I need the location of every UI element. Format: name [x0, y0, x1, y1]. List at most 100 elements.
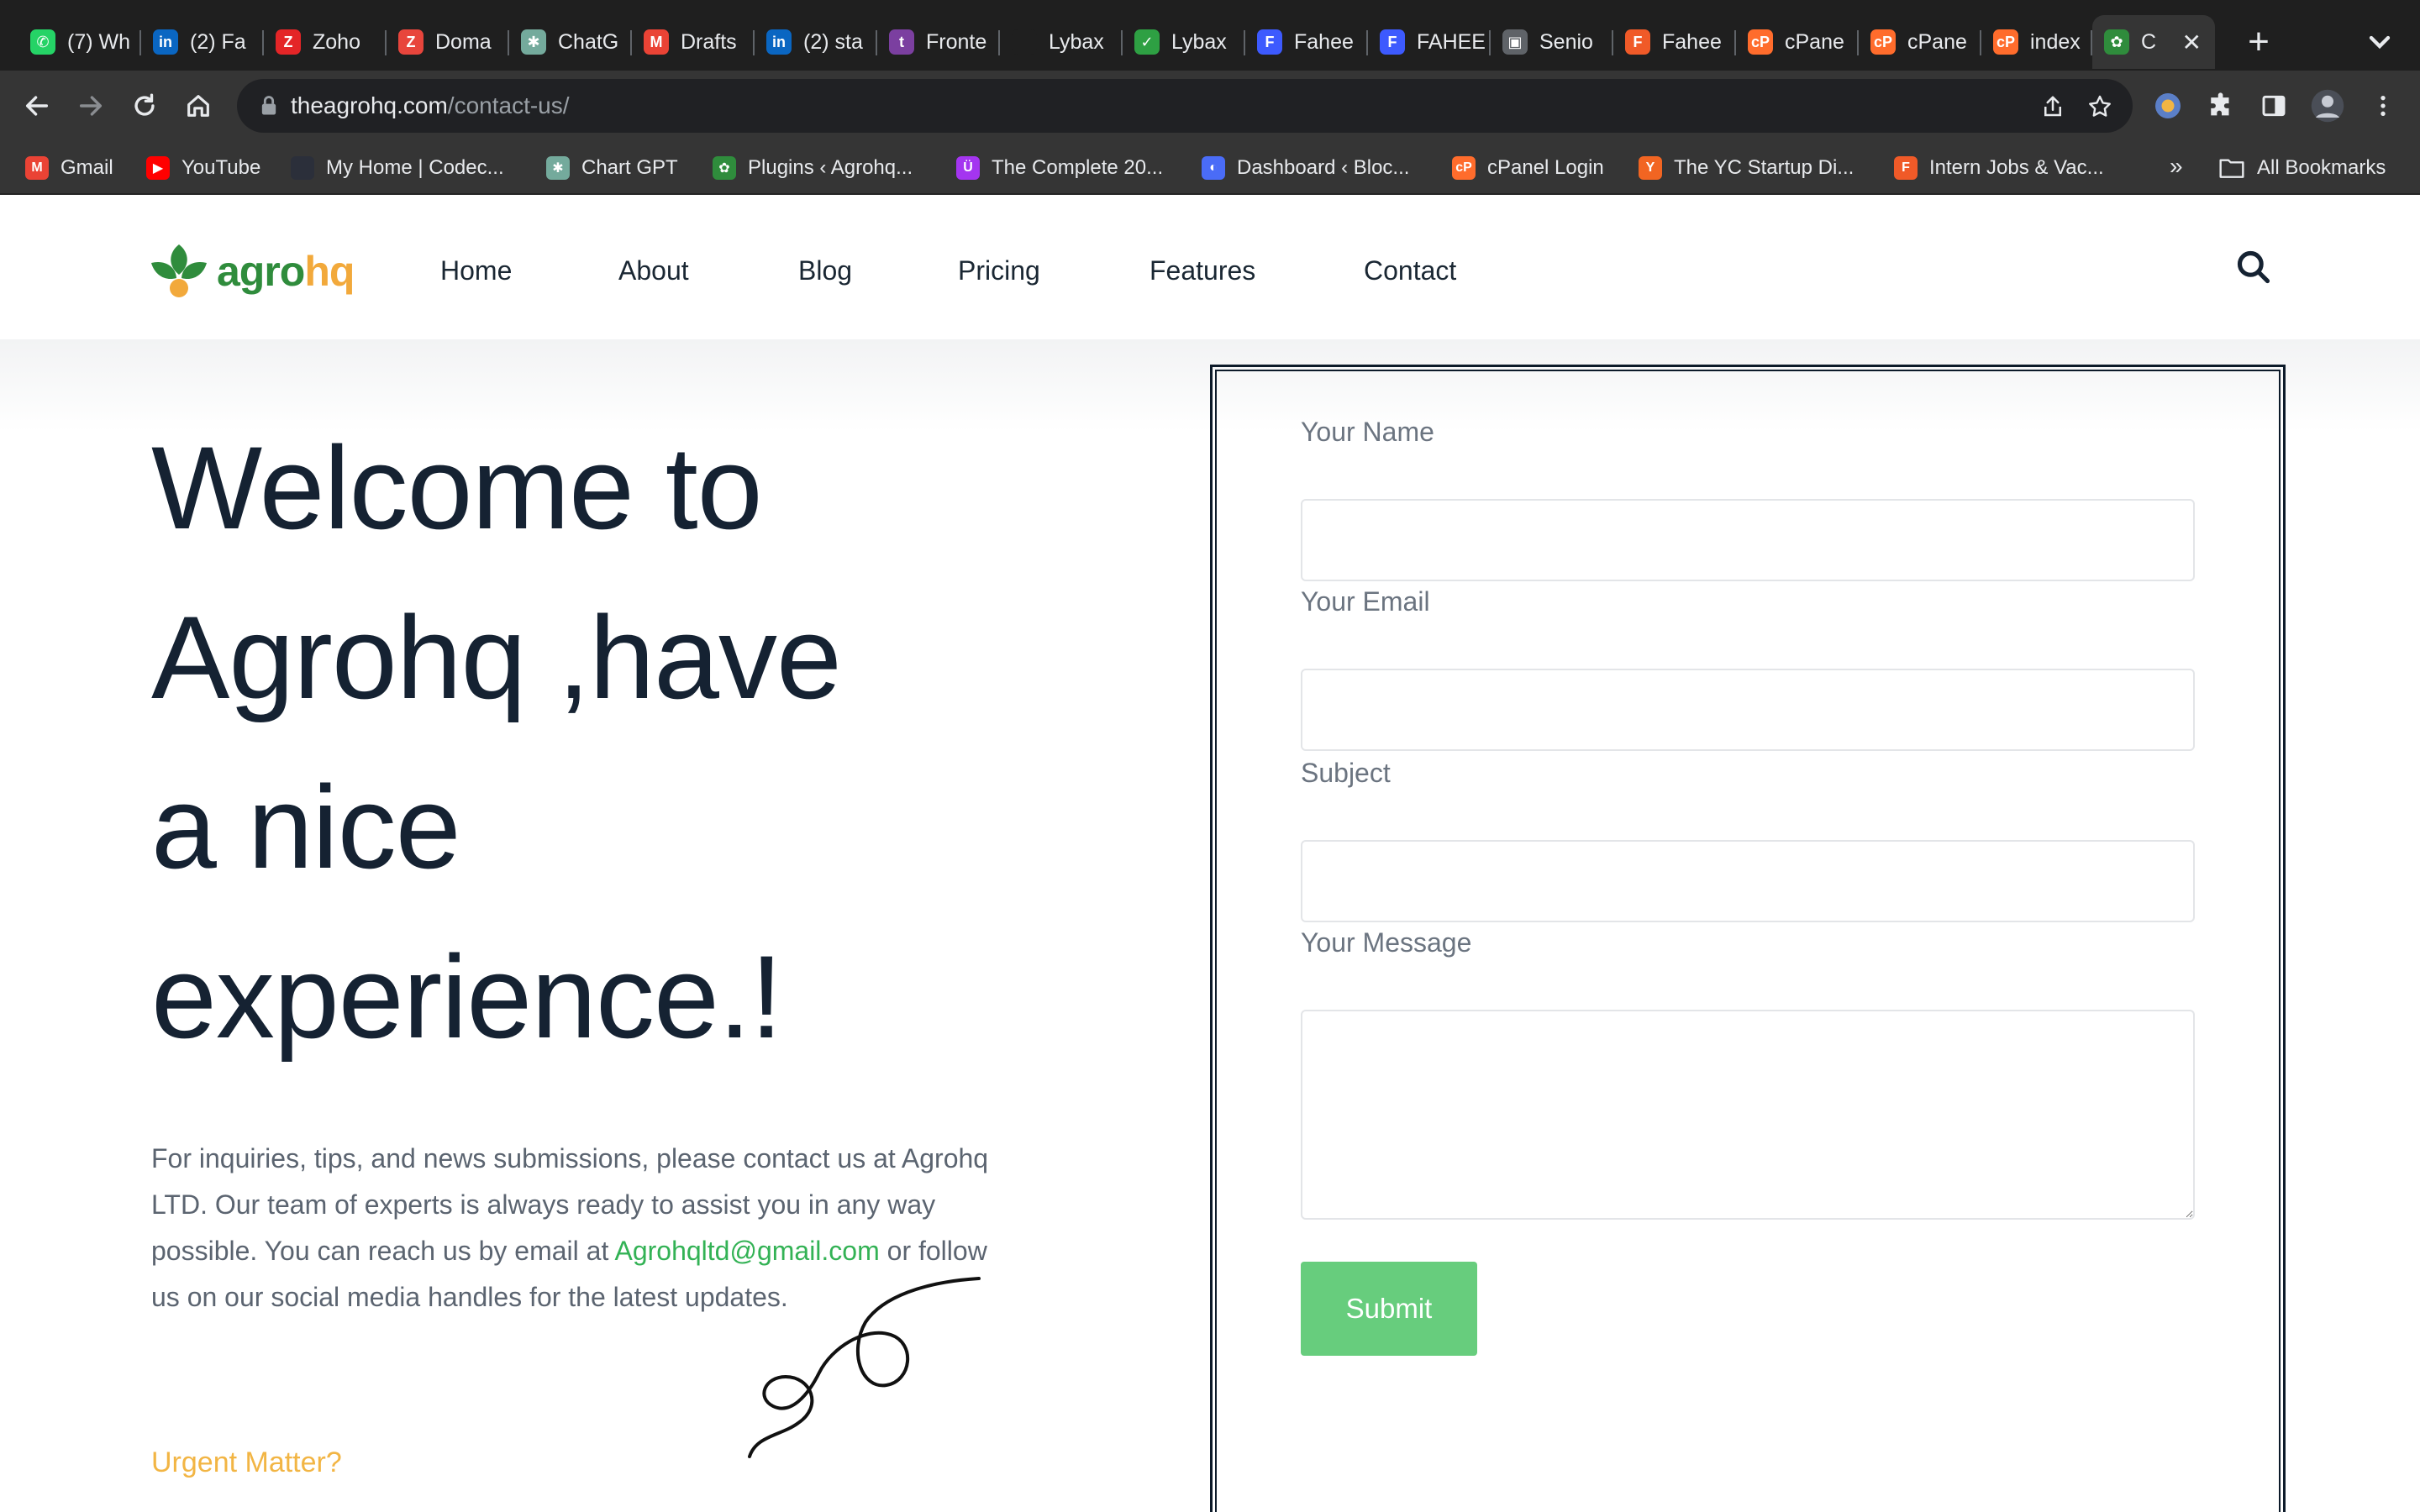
nav-contact[interactable]: Contact: [1364, 255, 1456, 286]
logo-text-agro: agro: [217, 248, 305, 295]
browser-tab[interactable]: cP cPane: [1859, 15, 1981, 69]
submit-button[interactable]: Submit: [1301, 1262, 1477, 1356]
browser-tab[interactable]: F Fahee: [1613, 15, 1736, 69]
forward-button[interactable]: [71, 86, 111, 126]
browser-tab[interactable]: in (2) Fa: [141, 15, 264, 69]
nav-features[interactable]: Features: [1150, 255, 1255, 286]
tab-title: cPane: [1785, 29, 1844, 54]
web-page: agrohq Home About Blog Pricing Features …: [0, 197, 2420, 1512]
message-textarea[interactable]: [1301, 1010, 2195, 1220]
nav-blog[interactable]: Blog: [798, 255, 852, 286]
hero-heading: Welcome to Agrohq ,have a nice experienc…: [151, 403, 1160, 1082]
browser-tab[interactable]: in (2) sta: [755, 15, 877, 69]
nav-pricing[interactable]: Pricing: [958, 255, 1040, 286]
check-circle-icon: ✓: [1134, 29, 1160, 55]
domain-icon: Z: [398, 29, 424, 55]
profile-button[interactable]: [2307, 86, 2348, 126]
tab-title: Doma: [435, 29, 492, 54]
bookmark-item[interactable]: ◐ Dashboard ‹ Bloc...: [1202, 151, 1409, 185]
fahee-icon: F: [1380, 29, 1405, 55]
url-text[interactable]: theagrohq.com/contact-us/: [291, 92, 570, 119]
tab-title: (2) Fa: [190, 29, 246, 54]
back-button[interactable]: [17, 86, 57, 126]
bookmark-item[interactable]: ✱ Chart GPT: [546, 151, 678, 185]
subject-field[interactable]: [1301, 840, 2195, 922]
subject-label: Subject: [1301, 758, 1391, 788]
browser-tab[interactable]: cP index: [1981, 15, 2092, 69]
search-icon[interactable]: [2235, 249, 2272, 286]
browser-tab[interactable]: Lybax: [1000, 15, 1123, 69]
nav-home[interactable]: Home: [440, 255, 512, 286]
bookmark-label: YouTube: [182, 156, 261, 179]
fronted-icon: t: [889, 29, 914, 55]
home-button[interactable]: [178, 86, 218, 126]
email-field[interactable]: [1301, 669, 2195, 751]
senior-icon: ▣: [1502, 29, 1528, 55]
bookmark-item[interactable]: ▶ YouTube: [146, 151, 260, 185]
cpanel-icon: cP: [1748, 29, 1773, 55]
browser-tab[interactable]: cP cPane: [1736, 15, 1859, 69]
browser-tab[interactable]: ▣ Senio: [1491, 15, 1613, 69]
share-icon: [2044, 96, 2061, 117]
back-arrow-icon: [25, 96, 49, 116]
address-bar[interactable]: theagrohq.com/contact-us/: [237, 79, 2133, 133]
name-field[interactable]: [1301, 499, 2195, 581]
fbs-icon: F: [1894, 156, 1918, 180]
browser-tab[interactable]: ✆ (7) Wh: [18, 15, 141, 69]
site-logo[interactable]: agrohq: [148, 240, 355, 302]
bookmark-star-button[interactable]: [2084, 91, 2116, 123]
browser-tab[interactable]: ✓ Lybax: [1123, 15, 1245, 69]
bookmark-label: Gmail: [60, 156, 113, 179]
tab-title: Lybax: [1049, 29, 1104, 54]
tab-active[interactable]: ✿ C ✕: [2092, 15, 2215, 69]
share-button[interactable]: [2037, 91, 2069, 123]
close-tab-icon[interactable]: ✕: [2182, 29, 2202, 56]
bookmarks-overflow-button[interactable]: »: [2170, 153, 2183, 180]
bookmarks-bar: M Gmail ▶ YouTube My Home | Codec... ✱ Chart G…: [0, 141, 2420, 195]
blank-page-icon: [1012, 29, 1037, 55]
bookmark-item[interactable]: M Gmail: [25, 151, 113, 185]
bookmark-item[interactable]: Ü The Complete 20...: [956, 151, 1163, 185]
tab-title: (2) sta: [803, 29, 863, 54]
reload-button[interactable]: [124, 86, 165, 126]
side-panel-button[interactable]: [2254, 86, 2294, 126]
fahee-icon: F: [1257, 29, 1282, 55]
all-bookmarks-button[interactable]: All Bookmarks: [2218, 151, 2386, 185]
browser-tab[interactable]: F FAHEE: [1368, 15, 1491, 69]
browser-menu-button[interactable]: [2363, 86, 2403, 126]
whatsapp-icon: ✆: [30, 29, 55, 55]
agrohq-icon: ✿: [713, 156, 736, 180]
browser-tab[interactable]: t Fronte: [877, 15, 1000, 69]
tab-title: Lybax: [1171, 29, 1227, 54]
name-label: Your Name: [1301, 417, 1434, 447]
cpanel-icon: cP: [1870, 29, 1896, 55]
lock-icon[interactable]: [257, 94, 281, 118]
extension-button[interactable]: [2148, 86, 2188, 126]
extensions-button[interactable]: [2202, 86, 2242, 126]
contact-email-link[interactable]: Agrohqltd@gmail.com: [614, 1236, 879, 1266]
urgent-matter-heading: Urgent Matter?: [151, 1446, 342, 1478]
new-tab-button[interactable]: +: [2235, 18, 2282, 66]
bookmark-label: The Complete 20...: [992, 156, 1164, 179]
tab-title: Drafts: [681, 29, 737, 54]
gmail-icon: M: [25, 156, 49, 180]
nav-about[interactable]: About: [618, 255, 689, 286]
bookmark-item[interactable]: ✿ Plugins ‹ Agrohq...: [713, 151, 913, 185]
cpanel-icon: cP: [1993, 29, 2018, 55]
bookmark-item[interactable]: My Home | Codec...: [291, 151, 504, 185]
bookmark-item[interactable]: cP cPanel Login: [1452, 151, 1604, 185]
browser-tab[interactable]: Z Doma: [387, 15, 509, 69]
browser-tab[interactable]: F Fahee: [1245, 15, 1368, 69]
browser-tab[interactable]: Z Zoho: [264, 15, 387, 69]
hero-line-4: experience.!: [151, 931, 783, 1063]
bookmark-item[interactable]: F Intern Jobs & Vac...: [1894, 151, 2104, 185]
bookmark-item[interactable]: Y The YC Startup Di...: [1639, 151, 1854, 185]
bookmark-label: My Home | Codec...: [326, 156, 504, 179]
browser-tab[interactable]: M Drafts: [632, 15, 755, 69]
tab-search-chevron-icon[interactable]: [2363, 25, 2396, 59]
browser-tab[interactable]: ✱ ChatG: [509, 15, 632, 69]
hero-highlight-brand: Agrohq: [151, 573, 526, 743]
bookmark-label: Intern Jobs & Vac...: [1929, 156, 2104, 179]
hero-line-1: Welcome to: [151, 422, 763, 554]
dashboard-icon: ◐: [1202, 156, 1225, 180]
